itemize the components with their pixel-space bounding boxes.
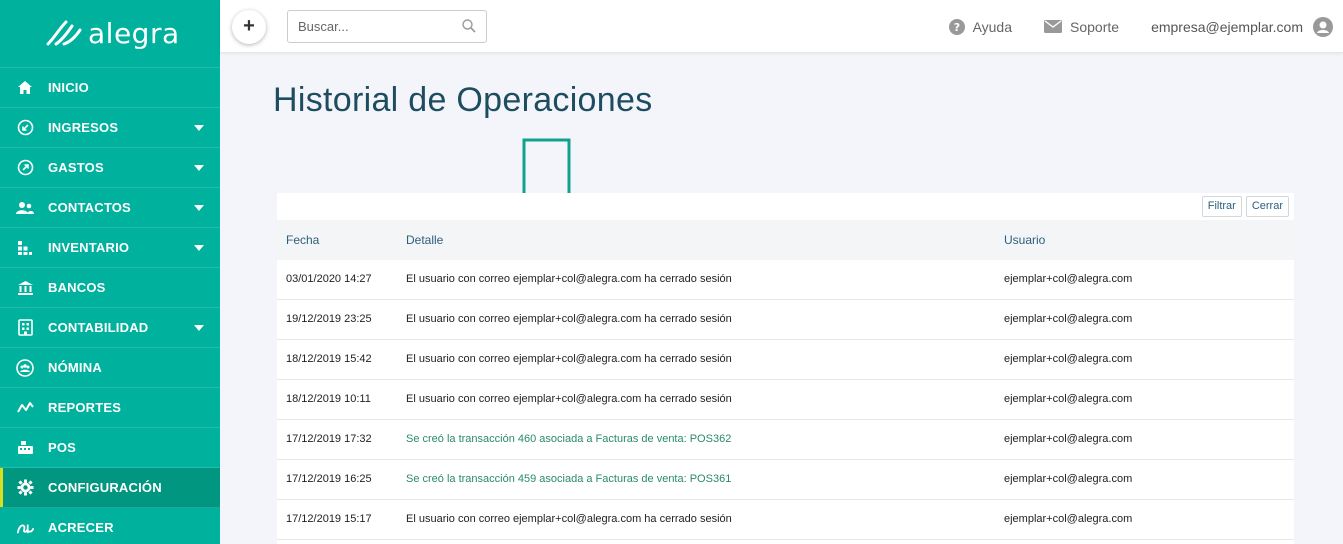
svg-text:?: ? [953,21,959,34]
table-row: 19/12/2019 23:25 El usuario con correo ej… [277,300,1294,340]
sidebar-item-label: INGRESOS [48,120,119,135]
gear-icon [16,479,34,497]
cell-usuario: ejemplar+col@alegra.com [1004,313,1133,325]
table-row: 18/12/2019 15:42 El usuario con correo ej… [277,340,1294,380]
cell-fecha: 17/12/2019 15:17 [286,513,372,525]
sidebar-item-gastos[interactable]: GASTOS [0,148,220,188]
help-icon: ? [948,18,965,35]
sidebar-item-bancos[interactable]: BANCOS [0,268,220,308]
cell-detalle: El usuario con correo ejemplar+col@alegr… [406,353,732,365]
table-row: 17/12/2019 15:17 El usuario con correo ej… [277,500,1294,540]
cell-fecha: 03/01/2020 14:27 [286,273,372,285]
cell-usuario: ejemplar+col@alegra.com [1004,433,1133,445]
home-icon [16,79,34,97]
sidebar-item-label: ACRECER [48,520,114,535]
cell-usuario: ejemplar+col@alegra.com [1004,273,1133,285]
cell-detalle: El usuario con correo ejemplar+col@alegr… [406,313,732,325]
chevron-down-icon[interactable] [194,125,204,131]
chevron-down-icon[interactable] [194,165,204,171]
table-row: 17/12/2019 17:32 Se creó la transacción 4… [277,420,1294,460]
mail-icon [1044,20,1063,33]
column-header-usuario[interactable]: Usuario [1004,233,1045,247]
cell-detalle-link[interactable]: Se creó la transacción 459 asociada a Fa… [406,473,731,485]
support-link[interactable]: Soporte [1044,19,1119,35]
avatar-icon[interactable] [1313,16,1333,37]
cell-usuario: ejemplar+col@alegra.com [1004,473,1133,485]
help-label: Ayuda [972,18,1013,35]
chevron-down-icon[interactable] [194,245,204,251]
page-title: Historial de Operaciones [273,81,653,119]
cell-fecha: 18/12/2019 15:42 [286,353,372,365]
cell-fecha: 18/12/2019 10:11 [286,393,371,405]
help-link[interactable]: ? Ayuda [948,18,1013,35]
sidebar-item-label: CONTABILIDAD [48,320,149,335]
sidebar-item-label: CONFIGURACIÓN [48,480,162,495]
bank-icon [16,279,34,297]
sidebar-item-pos[interactable]: POS [0,428,220,468]
operations-table: Filtrar Cerrar Fecha Detalle Usuario 03/… [277,193,1294,544]
payroll-icon [16,358,34,377]
table-row: 18/12/2019 10:11 El usuario con correo ej… [277,380,1294,420]
sidebar-item-label: REPORTES [48,400,122,415]
cell-detalle: El usuario con correo ejemplar+col@alegr… [406,393,732,405]
cell-usuario: ejemplar+col@alegra.com [1004,353,1133,365]
table-header: Fecha Detalle Usuario [277,220,1294,260]
table-row: 17/12/2019 16:25 Se creó la transacción 4… [277,460,1294,500]
column-header-fecha[interactable]: Fecha [286,233,319,247]
cell-usuario: ejemplar+col@alegra.com [1004,513,1133,525]
income-icon [16,119,34,137]
add-button[interactable]: + [232,10,266,44]
cell-detalle-link[interactable]: Se creó la transacción 460 asociada a Fa… [406,433,731,445]
table-row: 03/01/2020 14:27 El usuario con correo ej… [277,260,1294,300]
sidebar-item-label: POS [48,440,77,455]
acrecer-icon [16,519,34,537]
expenses-icon [16,159,34,177]
user-menu[interactable]: empresa@ejemplar.com [1151,16,1333,37]
sidebar-item-reportes[interactable]: REPORTES [0,388,220,428]
reports-icon [16,399,34,417]
sidebar-item-contactos[interactable]: CONTACTOS [0,188,220,228]
sidebar-item-label: GASTOS [48,160,104,175]
user-email: empresa@ejemplar.com [1151,18,1303,35]
sidebar-item-label: CONTACTOS [48,200,131,215]
search-input[interactable] [288,11,448,42]
chevron-down-icon[interactable] [194,205,204,211]
cell-fecha: 19/12/2019 23:25 [286,313,372,325]
sidebar-item-nomina[interactable]: NÓMINA [0,348,220,388]
sidebar-item-ingresos[interactable]: INGRESOS [0,108,220,148]
sidebar-item-configuracion[interactable]: CONFIGURACIÓN [0,468,220,508]
logo-text: alegra [88,17,180,50]
sidebar-item-inventario[interactable]: INVENTARIO [0,228,220,268]
chevron-down-icon[interactable] [194,325,204,331]
alegra-logo[interactable]: alegra [0,0,220,68]
contacts-icon [16,199,34,217]
cell-detalle: El usuario con correo ejemplar+col@alegr… [406,273,732,285]
cell-fecha: 17/12/2019 17:32 [286,433,372,445]
support-label: Soporte [1070,18,1120,35]
sidebar-item-label: NÓMINA [48,360,102,375]
sidebar-item-acrecer[interactable]: ACRECER [0,508,220,544]
inventory-icon [16,239,34,257]
sidebar-item-label: BANCOS [48,280,106,295]
column-header-detalle[interactable]: Detalle [406,233,443,247]
cell-usuario: ejemplar+col@alegra.com [1004,393,1133,405]
cell-fecha: 17/12/2019 16:25 [286,473,372,485]
sidebar-item-label: INICIO [48,80,89,95]
sidebar: alegra INICIO INGRESOS GASTOS CONTACTOS INVE… [0,0,220,544]
filter-button[interactable]: Filtrar [1201,196,1242,217]
search-icon[interactable] [462,19,476,38]
topbar: + ? Ayuda Soporte empresa@ejemplar.com [220,0,1343,53]
sidebar-item-inicio[interactable]: INICIO [0,68,220,108]
alegra-logo-icon [46,20,82,45]
cell-detalle: El usuario con correo ejemplar+col@alegr… [406,513,732,525]
search-box[interactable] [287,10,487,43]
accounting-icon [16,319,34,337]
sidebar-item-label: INVENTARIO [48,240,130,255]
sidebar-item-contabilidad[interactable]: CONTABILIDAD [0,308,220,348]
pos-icon [16,439,34,457]
close-button[interactable]: Cerrar [1245,196,1289,217]
